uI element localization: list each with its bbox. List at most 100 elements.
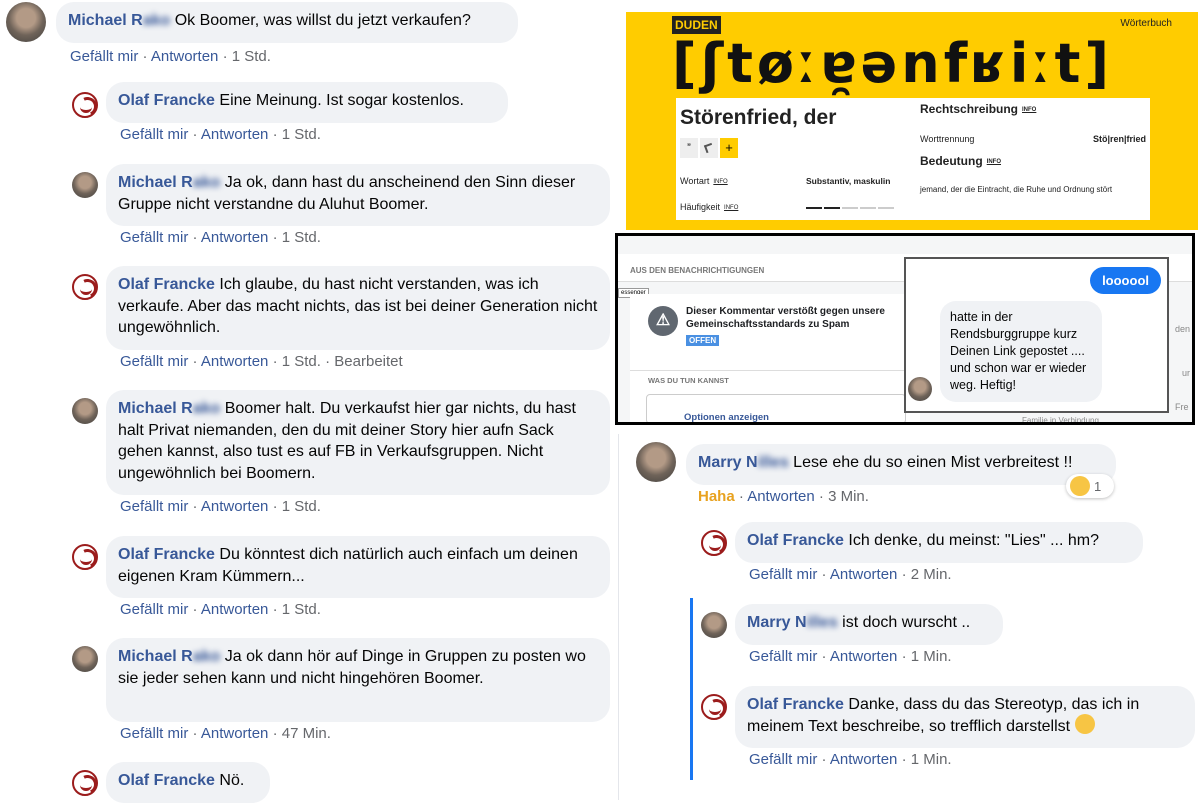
duden-action-buttons: ” + (680, 138, 738, 158)
comment-actions: Gefällt mir · Antworten · 1 Std. (120, 126, 321, 143)
comment-text: Ok Boomer, was willst du jetzt verkaufen… (174, 12, 471, 29)
comment-actions: Gefällt mir · Antworten · 2 Min. (749, 566, 952, 583)
notification-header-text: AUS DEN BENACHRICHTIGUNGEN (630, 266, 765, 275)
commenter-name[interactable]: Olaf Francke (118, 92, 215, 109)
phonetic-transcription: [ʃtøːɐ̯ənfʁiːt] (672, 32, 1114, 95)
comment-bubble: Olaf Francke Nö. (106, 762, 270, 803)
share-icon[interactable] (700, 138, 718, 158)
wortart-value: Substantiv, maskulin (806, 176, 891, 186)
timestamp[interactable]: 1 Min. (911, 751, 952, 768)
comment-bubble: Olaf Francke Eine Meinung. Ist sogar kos… (106, 82, 508, 123)
options-link[interactable]: Optionen anzeigen (684, 412, 769, 422)
reply-link[interactable]: Antworten (201, 126, 269, 143)
avatar[interactable] (72, 274, 98, 300)
laughing-emoji-icon (1070, 476, 1090, 496)
like-link[interactable]: Gefällt mir (120, 725, 188, 742)
avatar[interactable] (636, 442, 676, 482)
like-link[interactable]: Gefällt mir (749, 566, 817, 583)
commenter-name[interactable]: Michael Rako (118, 648, 220, 665)
commenter-name[interactable]: Marry Nilles (747, 614, 838, 631)
commenter-name[interactable]: Olaf Francke (747, 696, 844, 713)
timestamp[interactable]: 1 Std. (282, 353, 321, 370)
avatar[interactable] (72, 92, 98, 118)
right-fragment: den (1175, 324, 1191, 334)
like-link[interactable]: Gefällt mir (120, 498, 188, 515)
like-link[interactable]: Gefällt mir (70, 48, 138, 65)
haeufigkeit-row: Häufigkeit INFO (680, 202, 910, 212)
reply-link[interactable]: Antworten (201, 725, 269, 742)
like-link[interactable]: Gefällt mir (120, 229, 188, 246)
timestamp[interactable]: 1 Std. (282, 498, 321, 515)
reply-link[interactable]: Antworten (201, 353, 269, 370)
like-link[interactable]: Gefällt mir (120, 126, 188, 143)
avatar[interactable] (701, 530, 727, 556)
commenter-name[interactable]: Michael Rako (118, 400, 220, 417)
comment-bubble: Michael Rako Ja ok, dann hast du anschei… (106, 164, 610, 226)
edited-label[interactable]: Bearbeitet (334, 353, 402, 370)
timestamp[interactable]: 2 Min. (911, 566, 952, 583)
reaction-count-badge[interactable]: 1 (1066, 474, 1114, 498)
timestamp[interactable]: 1 Std. (282, 601, 321, 618)
comment-actions: Haha · Antworten · 3 Min. (698, 488, 869, 505)
avatar[interactable] (72, 770, 98, 796)
what-to-do-heading: WAS DU TUN KANNST (648, 376, 729, 385)
comment-actions: Gefällt mir · Antworten · 1 Std. (120, 601, 321, 618)
worttrennung-row: Worttrennung Stö|ren|fried (920, 134, 1146, 144)
timestamp[interactable]: 1 Min. (911, 648, 952, 665)
right-fragment: ur (1182, 368, 1191, 378)
column-divider (618, 434, 619, 800)
reply-link[interactable]: Antworten (830, 751, 898, 768)
bedeutung-heading: Bedeutung INFO (920, 154, 1002, 168)
comment-text: ist doch wurscht .. (842, 614, 971, 631)
like-link[interactable]: Gefällt mir (120, 353, 188, 370)
reply-link[interactable]: Antworten (747, 488, 815, 505)
commenter-name[interactable]: Olaf Francke (118, 276, 215, 293)
comment-actions: Gefällt mir · Antworten · 1 Std. (120, 229, 321, 246)
avatar[interactable] (72, 172, 98, 198)
divider (630, 370, 920, 371)
reply-link[interactable]: Antworten (201, 229, 269, 246)
status-badge: OFFEN (686, 335, 720, 346)
timestamp[interactable]: 1 Std. (282, 229, 321, 246)
timestamp[interactable]: 47 Min. (282, 725, 331, 742)
reply-link[interactable]: Antworten (830, 648, 898, 665)
timestamp[interactable]: 3 Min. (828, 488, 869, 505)
haha-reaction-link[interactable]: Haha (698, 488, 735, 505)
avatar[interactable] (72, 398, 98, 424)
like-link[interactable]: Gefällt mir (120, 601, 188, 618)
reply-link[interactable]: Antworten (151, 48, 219, 65)
entry-word: Störenfried, der (680, 106, 837, 129)
comment-actions: Gefällt mir · Antworten · 1 Min. (749, 751, 952, 768)
commenter-name[interactable]: Olaf Francke (118, 546, 215, 563)
comment-actions: Gefällt mir · Antworten · 1 Std. (70, 48, 271, 65)
timestamp[interactable]: 1 Std. (282, 126, 321, 143)
comment-bubble: Olaf Francke Ich denke, du meinst: "Lies… (735, 522, 1143, 563)
comment-actions: Gefällt mir · Antworten · 1 Min. (749, 648, 952, 665)
commenter-name[interactable]: Olaf Francke (747, 532, 844, 549)
avatar[interactable] (6, 2, 46, 42)
commenter-name[interactable]: Olaf Francke (118, 772, 215, 789)
bedeutung-text: jemand, der die Eintracht, die Ruhe und … (920, 185, 1113, 194)
frequency-bar (806, 207, 894, 209)
reply-link[interactable]: Antworten (201, 498, 269, 515)
timestamp[interactable]: 1 Std. (232, 48, 271, 65)
quote-icon[interactable]: ” (680, 138, 698, 158)
comment-text: Ich denke, du meinst: "Lies" ... hm? (848, 532, 1099, 549)
avatar[interactable] (701, 612, 727, 638)
like-link[interactable]: Gefällt mir (749, 648, 817, 665)
duden-woerterbuch-link[interactable]: Wörterbuch (1120, 18, 1172, 29)
avatar[interactable] (72, 544, 98, 570)
comment-bubble: Michael Rako Boomer halt. Du verkaufst h… (106, 390, 610, 495)
footer-fragment: Familie in Verbindung (1022, 416, 1099, 425)
commenter-name[interactable]: Marry Nilles (698, 454, 789, 471)
grinning-emoji-icon (1074, 714, 1095, 735)
avatar[interactable] (701, 694, 727, 720)
avatar[interactable] (72, 646, 98, 672)
plus-button[interactable]: + (720, 138, 738, 158)
like-link[interactable]: Gefällt mir (749, 751, 817, 768)
commenter-name[interactable]: Michael Rako (118, 174, 220, 191)
warning-icon: ⚠ (648, 306, 678, 336)
commenter-name[interactable]: Michael Rako (68, 12, 170, 29)
reply-link[interactable]: Antworten (830, 566, 898, 583)
reply-link[interactable]: Antworten (201, 601, 269, 618)
